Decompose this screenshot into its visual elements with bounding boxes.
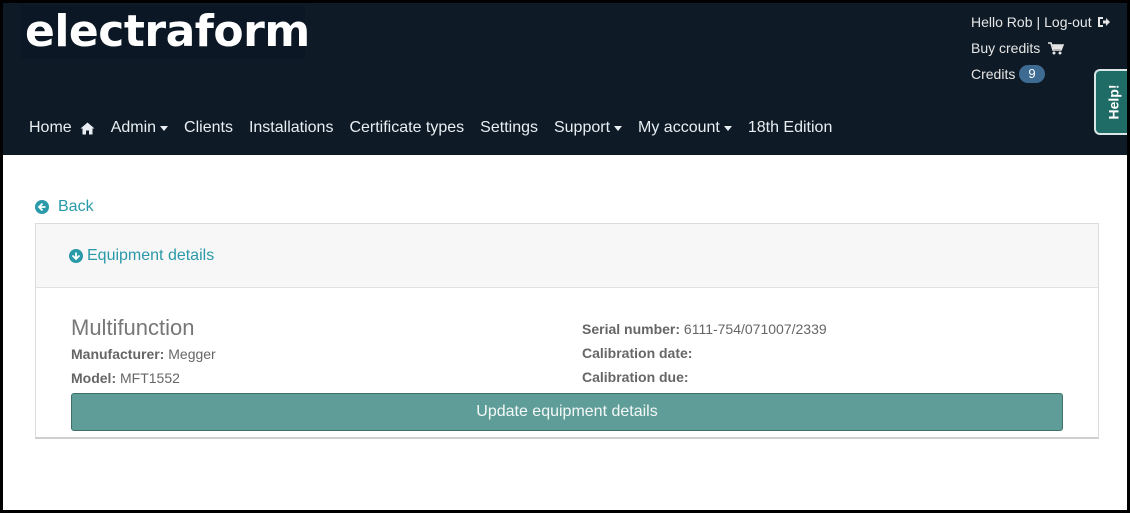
equipment-name: Multifunction	[71, 315, 195, 340]
chevron-down-icon	[614, 125, 623, 131]
nav-item-support[interactable]: Support	[554, 119, 623, 137]
nav-item-installations[interactable]: Installations	[249, 119, 334, 137]
greeting: Hello Rob	[971, 14, 1033, 30]
credits-badge: 9	[1019, 65, 1045, 83]
cart-icon[interactable]	[1048, 41, 1065, 55]
nav-item-my-account[interactable]: My account	[638, 119, 732, 137]
credits-label: Credits	[971, 66, 1016, 82]
help-tab[interactable]: Help!	[1094, 69, 1127, 135]
chevron-down-icon	[160, 125, 169, 131]
serial-number-field: Serial number: 6111-754/071007/2339	[582, 321, 827, 337]
logout-icon[interactable]	[1097, 16, 1111, 28]
user-menu: Hello Rob | Log-out Buy credits Credits …	[971, 9, 1111, 87]
calibration-due-field: Calibration due:	[582, 369, 689, 385]
logo[interactable]: electraform	[21, 5, 310, 59]
update-equipment-button[interactable]: Update equipment details	[71, 393, 1063, 431]
calibration-date-field: Calibration date:	[582, 345, 693, 361]
model-field: Model: MFT1552	[71, 370, 180, 386]
site-header: electraform Hello Rob | Log-out Buy cred…	[3, 3, 1127, 155]
equipment-panel: Equipment details Multifunction Manufact…	[35, 223, 1099, 439]
manufacturer-field: Manufacturer: Megger	[71, 346, 216, 362]
home-icon	[80, 122, 95, 134]
back-link[interactable]: Back	[35, 198, 94, 216]
separator: |	[1036, 14, 1041, 30]
nav-item-settings[interactable]: Settings	[480, 119, 538, 137]
app-window: electraform Hello Rob | Log-out Buy cred…	[3, 3, 1127, 510]
nav-item-clients[interactable]: Clients	[184, 119, 233, 137]
arrow-down-icon	[69, 249, 83, 263]
main-nav: Home Admin Clients Installations Certifi…	[29, 116, 848, 140]
chevron-down-icon	[723, 125, 732, 131]
equipment-details-toggle[interactable]: Equipment details	[69, 247, 214, 265]
logout-link[interactable]: Log-out	[1044, 12, 1091, 32]
arrow-left-icon	[35, 200, 49, 214]
nav-item-certificate-types[interactable]: Certificate types	[349, 119, 464, 137]
nav-item-admin[interactable]: Admin	[111, 119, 169, 137]
panel-header: Equipment details	[36, 224, 1098, 288]
buy-credits-link[interactable]: Buy credits	[971, 38, 1040, 58]
nav-item-home[interactable]: Home	[29, 119, 95, 137]
nav-item-18th-edition[interactable]: 18th Edition	[748, 119, 833, 137]
